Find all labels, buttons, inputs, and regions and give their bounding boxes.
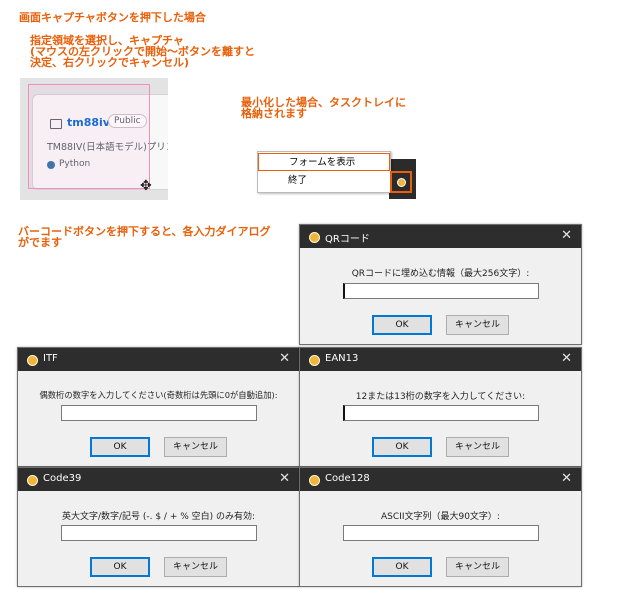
qr-input[interactable] <box>343 283 539 299</box>
dialog-ean13: EAN13 ✕ 12または13桁の数字を入力してください: OK キャンセル <box>299 347 582 467</box>
tray-app-icon[interactable] <box>390 171 412 193</box>
dialog-prompt: QRコードに埋め込む情報（最大256文字）: <box>351 269 530 279</box>
menu-item-show-form[interactable]: フォームを表示 <box>258 153 390 171</box>
ok-button[interactable]: OK <box>372 557 432 577</box>
cancel-button[interactable]: キャンセル <box>164 557 227 577</box>
titlebar: Code128 ✕ <box>300 468 581 491</box>
ok-button[interactable]: OK <box>90 437 150 457</box>
dialog-title: ITF <box>43 353 58 364</box>
dialog-code39: Code39 ✕ 英大文字/数字/記号 (-. $ / + % 空白) のみ有効… <box>17 467 300 587</box>
close-icon[interactable]: ✕ <box>561 228 572 243</box>
selection-rectangle[interactable] <box>28 84 150 189</box>
tray-note: 最小化した場合、タスクトレイに 格納されます <box>241 96 406 120</box>
code128-input[interactable] <box>343 525 539 541</box>
titlebar: ITF ✕ <box>18 348 299 371</box>
dialog-title: EAN13 <box>325 353 359 364</box>
menu-item-label: 終了 <box>288 175 308 186</box>
close-icon[interactable]: ✕ <box>561 471 572 486</box>
dialog-qr: QRコード ✕ QRコードに埋め込む情報（最大256文字）: OK キャンセル <box>299 224 582 345</box>
app-icon <box>27 475 38 486</box>
menu-item-label: フォームを表示 <box>289 157 356 168</box>
dialog-itf: ITF ✕ 偶数桁の数字を入力してください(奇数桁は先頭に0が自動追加): OK… <box>17 347 300 467</box>
ok-button[interactable]: OK <box>90 557 150 577</box>
ean13-input[interactable] <box>343 405 539 421</box>
capture-detail: 指定領域を選択し、キャプチャ (マウスの左クリックで開始～ボタンを離すと 決定、… <box>30 34 256 69</box>
dialog-prompt: 偶数桁の数字を入力してください(奇数桁は先頭に0が自動追加): <box>39 390 278 400</box>
app-icon <box>309 355 320 366</box>
menu-item-exit[interactable]: 終了 <box>258 172 390 190</box>
dialog-title: QRコード <box>325 234 370 245</box>
close-icon[interactable]: ✕ <box>279 471 290 486</box>
dialog-prompt: ASCII文字列（最大90文字）: <box>381 512 500 522</box>
app-icon <box>309 475 320 486</box>
tray-context-menu: フォームを表示 終了 <box>257 151 391 193</box>
close-icon[interactable]: ✕ <box>279 351 290 366</box>
app-icon <box>397 178 406 187</box>
capture-preview: tm88iv Public TM88IV(日本語モデル)プリン Python ✥ <box>20 78 168 200</box>
dialog-code128: Code128 ✕ ASCII文字列（最大90文字）: OK キャンセル <box>299 467 582 587</box>
close-icon[interactable]: ✕ <box>561 351 572 366</box>
dialog-prompt: 12または13桁の数字を入力してください: <box>355 392 526 402</box>
titlebar: EAN13 ✕ <box>300 348 581 371</box>
code39-input[interactable] <box>61 525 257 541</box>
dialog-title: Code128 <box>325 473 370 484</box>
dialog-prompt: 英大文字/数字/記号 (-. $ / + % 空白) のみ有効: <box>61 512 256 522</box>
ok-button[interactable]: OK <box>372 437 432 457</box>
cancel-button[interactable]: キャンセル <box>446 437 509 457</box>
capture-heading: 画面キャプチャボタンを押下した場合 <box>19 11 206 24</box>
titlebar: QRコード ✕ <box>300 225 581 248</box>
cancel-button[interactable]: キャンセル <box>164 437 227 457</box>
titlebar: Code39 ✕ <box>18 468 299 491</box>
itf-input[interactable] <box>61 405 257 421</box>
barcode-note: バーコードボタンを押下すると、各入力ダイアログ がでます <box>18 225 271 249</box>
move-cursor-icon: ✥ <box>140 178 152 194</box>
ok-button[interactable]: OK <box>372 315 432 335</box>
app-icon <box>27 355 38 366</box>
cancel-button[interactable]: キャンセル <box>446 315 509 335</box>
cancel-button[interactable]: キャンセル <box>446 557 509 577</box>
app-icon <box>309 232 320 243</box>
dialog-title: Code39 <box>43 473 82 484</box>
